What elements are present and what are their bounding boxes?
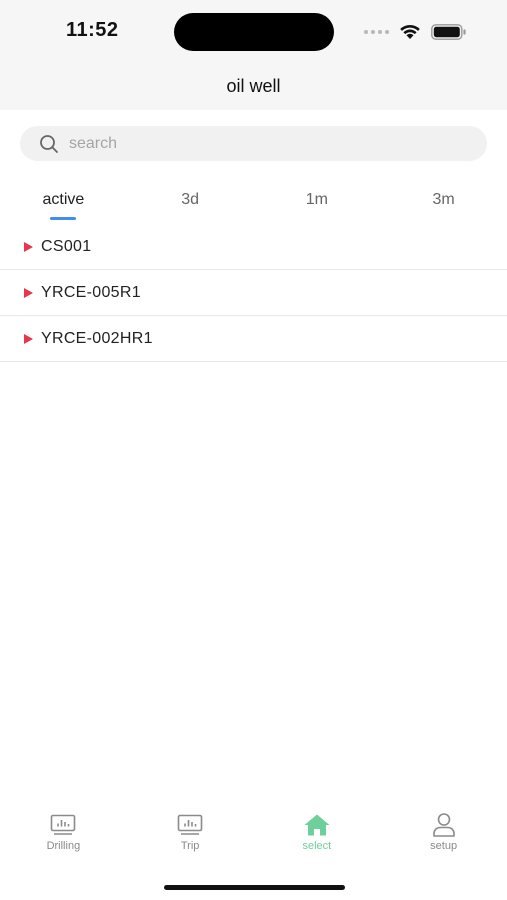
search-bar[interactable]: search <box>20 126 487 161</box>
tab-label: active <box>42 191 85 208</box>
user-icon <box>430 812 458 838</box>
well-name: CS001 <box>41 237 92 255</box>
well-name: YRCE-002HR1 <box>41 329 153 347</box>
home-indicator[interactable] <box>164 885 345 890</box>
time-filter-tabs: active 3d 1m 3m <box>0 186 507 226</box>
home-icon <box>303 812 331 838</box>
tab-3m[interactable]: 3m <box>380 186 507 226</box>
list-item[interactable]: YRCE-005R1 <box>0 270 507 316</box>
tabbar-item-drilling[interactable]: Drilling <box>0 812 127 862</box>
tab-active[interactable]: active <box>0 186 127 226</box>
page-title: oil well <box>226 76 281 96</box>
tab-selected-indicator <box>50 217 77 220</box>
status-icons <box>364 22 467 42</box>
tab-1m[interactable]: 1m <box>254 186 381 226</box>
bottom-tab-bar: Drilling Trip select setup <box>0 812 507 862</box>
tabbar-label: select <box>302 840 332 852</box>
monitor-chart-icon <box>176 812 204 838</box>
search-input[interactable]: search <box>69 135 117 153</box>
monitor-chart-icon <box>49 812 77 838</box>
tab-label: 3m <box>432 191 455 208</box>
well-name: YRCE-005R1 <box>41 283 141 301</box>
tabbar-label: Trip <box>180 840 200 852</box>
wifi-icon <box>400 24 420 39</box>
play-triangle-icon <box>24 287 33 298</box>
list-item[interactable]: CS001 <box>0 224 507 270</box>
battery-icon <box>431 24 466 40</box>
well-list: CS001 YRCE-005R1 YRCE-002HR1 <box>0 224 507 362</box>
tab-3d[interactable]: 3d <box>127 186 254 226</box>
tabbar-item-trip[interactable]: Trip <box>127 812 254 862</box>
list-item[interactable]: YRCE-002HR1 <box>0 316 507 362</box>
search-icon <box>38 133 60 155</box>
tabbar-label: setup <box>430 840 458 852</box>
tab-label: 3d <box>181 191 200 208</box>
status-time: 11:52 <box>66 19 119 41</box>
play-triangle-icon <box>24 333 33 344</box>
tabbar-label: Drilling <box>46 840 81 852</box>
play-triangle-icon <box>24 241 33 252</box>
dynamic-island <box>174 13 334 51</box>
top-bar: 11:52 oil well <box>0 0 507 110</box>
tabbar-item-setup[interactable]: setup <box>380 812 507 862</box>
cellular-signal-icon <box>364 30 389 34</box>
tabbar-item-select[interactable]: select <box>254 812 381 862</box>
app-screen: 11:52 oil well search active 3d 1m 3m CS… <box>0 0 507 900</box>
tab-label: 1m <box>305 191 328 208</box>
